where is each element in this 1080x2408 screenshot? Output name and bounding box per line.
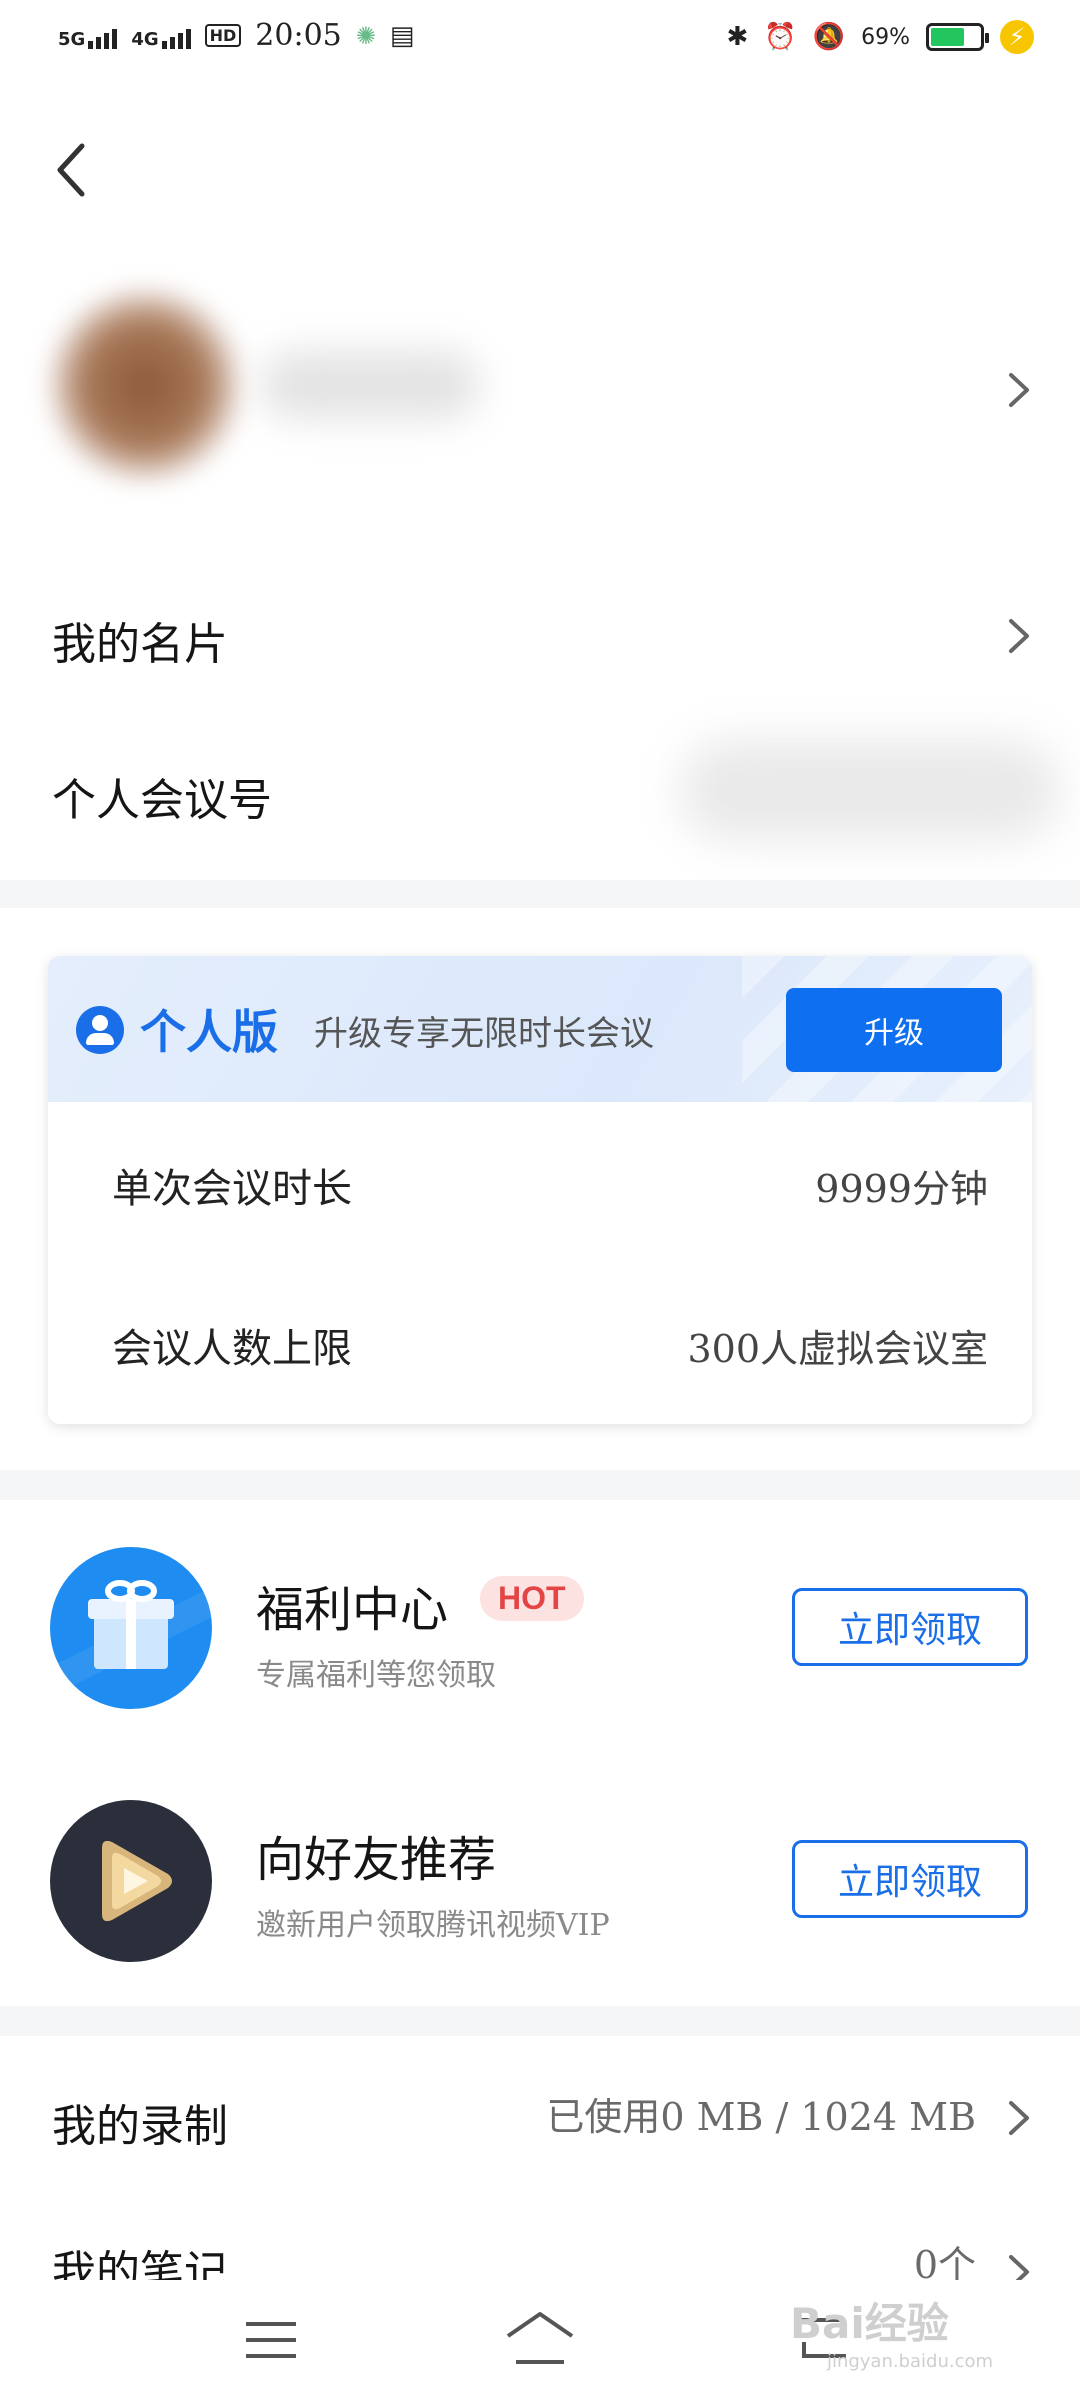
hot-badge: HOT [480,1576,584,1621]
upgrade-button[interactable]: 升级 [786,988,1002,1072]
battery-percent: 69% [861,24,910,50]
gift-icon [50,1547,212,1709]
watermark-brand: Bai经验 [790,2299,949,2348]
charging-icon: ⚡ [1000,20,1034,54]
alarm-icon: ⏰ [764,22,797,52]
time: 20:05 [255,18,342,53]
recordings-label: 我的录制 [52,2101,228,2152]
duration-label: 单次会议时长 [112,1166,352,1212]
profile-row[interactable] [0,250,1080,530]
notes-count: 0个 [913,2243,976,2280]
capacity-label: 会议人数上限 [112,1326,352,1372]
chevron-right-icon [1009,2255,1029,2280]
my-notes-row[interactable]: 我的笔记 0个 [0,2210,1080,2280]
chevron-right-icon [1009,619,1029,653]
meeting-id-label: 个人会议号 [52,775,272,826]
plan-name: 个人版 [140,1005,278,1059]
chevron-right-icon [1009,373,1029,407]
status-bar: 5G 4G HD 20:05 ✺ ▤ ✱ ⏰ 🔕 69% ⚡ [0,0,1080,80]
battery-icon [926,23,989,51]
chevron-right-icon [1009,2101,1029,2135]
referral-claim-button[interactable]: 立即领取 [792,1840,1028,1918]
user-icon [76,1006,124,1054]
plan-card: 个人版 升级专享无限时长会议 升级 单次会议时长 9999分钟 会议人数上限 3… [48,956,1032,1424]
gear-icon: ✺ [355,21,376,50]
capacity-value: 300人虚拟会议室 [687,1327,988,1371]
hd-icon: HD [204,24,242,47]
welfare-subtitle: 专属福利等您领取 [256,1658,496,1693]
signal-4g: 4G [131,23,191,49]
recordings-usage: 已使用0 MB / 1024 MB [546,2095,976,2139]
avatar [50,290,240,480]
user-name-blurred [260,350,480,420]
signal-5g: 5G [58,23,118,49]
watermark-url: jingyan.baidu.com [826,2351,994,2372]
home-icon[interactable] [504,2310,576,2366]
referral-subtitle: 邀新用户领取腾讯视频VIP [256,1908,610,1943]
notes-label: 我的笔记 [52,2247,228,2280]
menu-icon[interactable] [244,2318,298,2362]
duration-value: 9999分钟 [815,1167,988,1211]
plan-header: 个人版 升级专享无限时长会议 升级 [48,956,1032,1102]
my-recordings-row[interactable]: 我的录制 已使用0 MB / 1024 MB [0,2060,1080,2180]
video-play-icon [50,1800,212,1962]
welfare-title: 福利中心 [256,1582,449,1638]
meeting-id-blurred [680,740,1060,840]
bluetooth-icon: ✱ [726,22,749,52]
my-card-row[interactable]: 我的名片 [0,580,1080,690]
mute-icon: 🔕 [812,22,846,52]
my-card-label: 我的名片 [52,619,228,670]
back-arrow-icon[interactable] [52,140,92,200]
plan-description: 升级专享无限时长会议 [314,1014,654,1054]
baidu-watermark: Bai经验 jingyan.baidu.com [790,2290,1030,2390]
book-icon: ▤ [389,20,415,51]
welfare-claim-button[interactable]: 立即领取 [792,1588,1028,1666]
referral-title: 向好友推荐 [256,1832,497,1888]
